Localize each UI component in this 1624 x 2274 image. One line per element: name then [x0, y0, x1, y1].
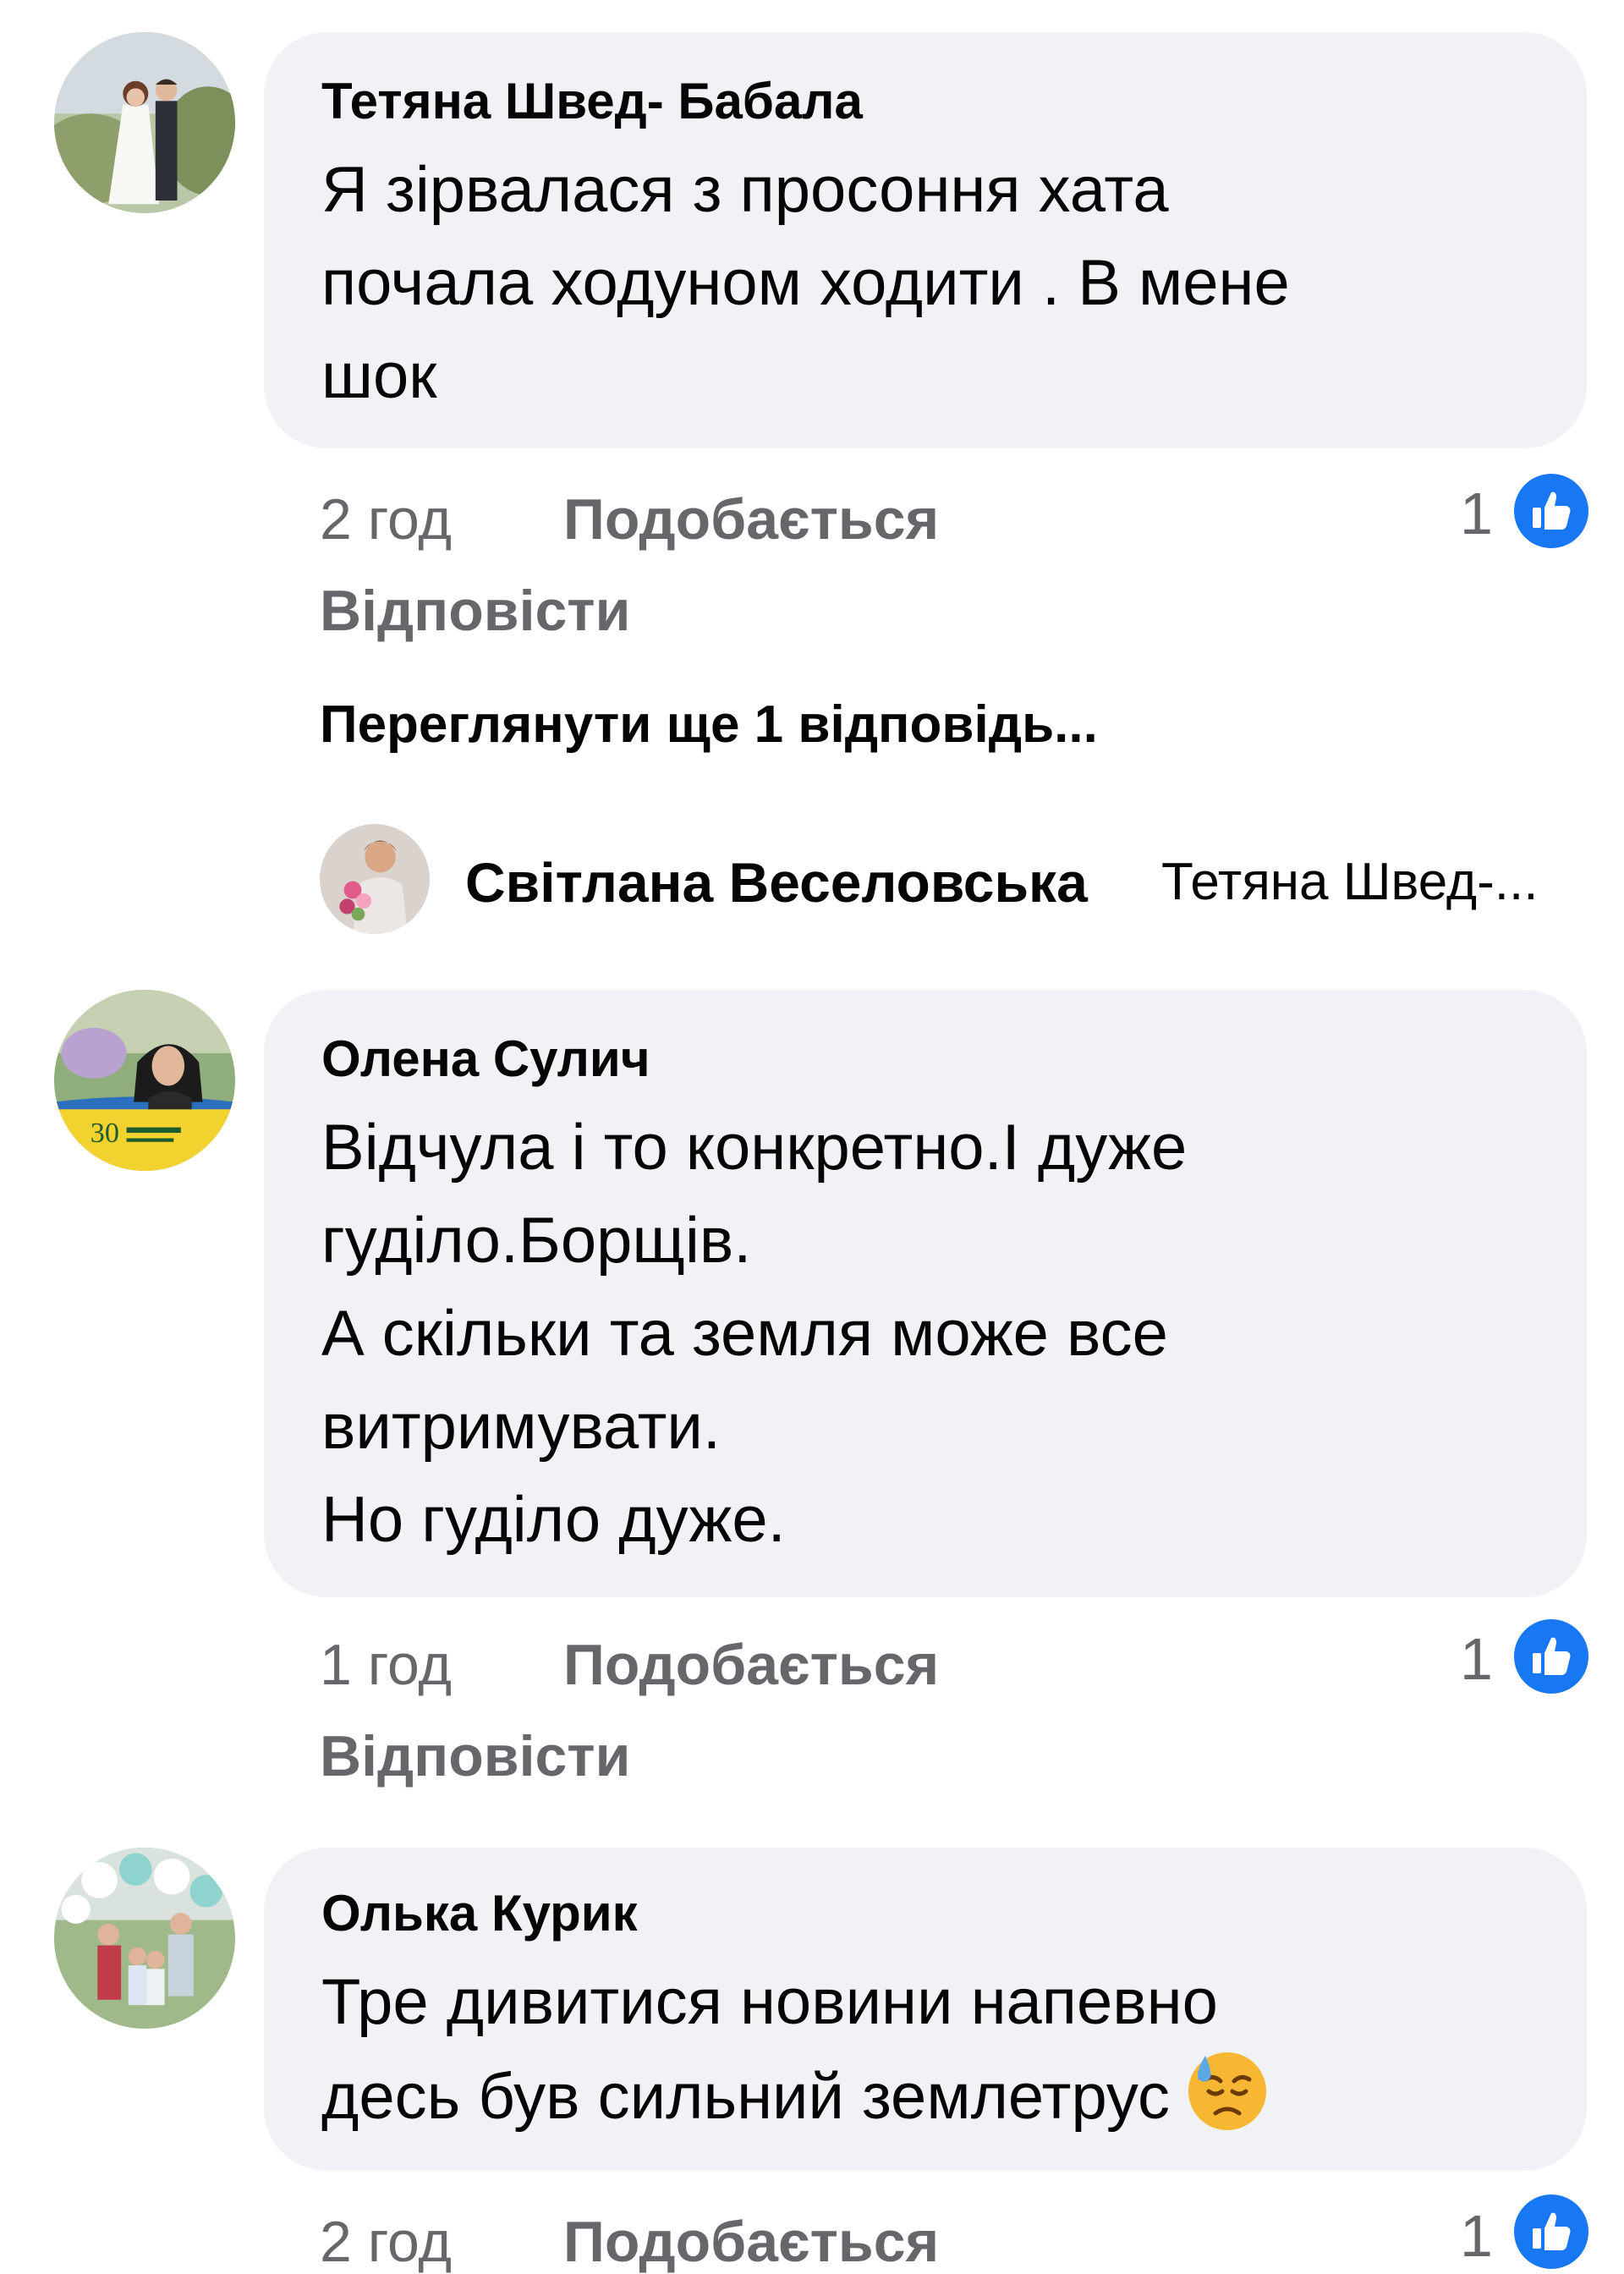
comment-line: Но гуділо дуже. — [321, 1484, 786, 1556]
wedding-couple-photo-icon — [54, 32, 235, 213]
like-count[interactable]: 1 — [1460, 484, 1493, 543]
comment-author[interactable]: Тетяна Швед- Бабала — [321, 32, 1553, 127]
comment-author[interactable]: Олена Сулич — [321, 990, 1553, 1085]
comment-line: Відчула і то конкретно.І дуже — [321, 1112, 1188, 1184]
view-more-replies-link[interactable]: Переглянути ще 1 відповідь... — [320, 699, 1098, 751]
comment-line-with-emoji: десь був сильний землетрус — [321, 2049, 1553, 2144]
comment-text: Відчула і то конкретно.І дуже гуділо.Бор… — [321, 1101, 1553, 1567]
comment-text: Я зірвалася з просоння хата почала ходун… — [321, 144, 1553, 423]
comment-line: десь був сильний землетрус — [321, 2061, 1171, 2133]
like-count[interactable]: 1 — [1460, 2206, 1493, 2266]
avatar-svitlana[interactable] — [320, 824, 430, 934]
thumbs-up-icon[interactable] — [1514, 474, 1588, 548]
comment-bubble-1: Тетяна Швед- Бабала Я зірвалася з просон… — [264, 32, 1587, 448]
comment-line: Тре дивитися новини напевно — [321, 1966, 1218, 2038]
comment-line: гуділо.Борщів. — [321, 1205, 752, 1277]
comment-text: Тре дивитися новини напевно десь був сил… — [321, 1956, 1553, 2144]
avatar-olena[interactable]: 30 — [54, 990, 235, 1171]
reply-button[interactable]: Відповісти — [320, 582, 630, 640]
reply-author[interactable]: Світлана Веселовська — [465, 854, 1088, 910]
thumbs-up-icon[interactable] — [1514, 1619, 1588, 1694]
comment-bubble-3: Олька Курик Тре дивитися новини напевно … — [264, 1848, 1587, 2171]
like-button[interactable]: Подобається — [563, 1636, 939, 1694]
comment-line: витримувати. — [321, 1391, 721, 1463]
like-button[interactable]: Подобається — [563, 491, 939, 548]
woman-flowers-photo-icon — [320, 824, 430, 934]
comment-author[interactable]: Олька Курик — [321, 1848, 1553, 1939]
like-button[interactable]: Подобається — [563, 2213, 939, 2271]
family-photo-balloons-icon — [54, 1848, 235, 2029]
comment-line: почала ходуном ходити . В мене — [321, 247, 1290, 319]
reply-preview[interactable]: Світлана Веселовська Тетяна Швед-... — [320, 824, 1588, 936]
downcast-face-with-sweat-icon — [1185, 2049, 1270, 2134]
comment-time[interactable]: 1 год — [320, 1636, 452, 1694]
avatar-tetiana[interactable] — [54, 32, 235, 213]
comment-time[interactable]: 2 год — [320, 491, 452, 548]
woman-portrait-ukraine-frame-icon: 30 — [54, 990, 235, 1171]
comment-line: А скільки та земля може все — [321, 1298, 1168, 1370]
comment-bubble-2: Олена Сулич Відчула і то конкретно.І дуж… — [264, 990, 1587, 1597]
thumbs-up-icon[interactable] — [1514, 2194, 1588, 2269]
reply-snippet[interactable]: Тетяна Швед-... — [1161, 856, 1538, 909]
comment-line: Я зірвалася з просоння хата — [321, 154, 1169, 226]
like-count[interactable]: 1 — [1460, 1629, 1493, 1689]
comment-line: шок — [321, 340, 437, 412]
svg-text:30: 30 — [91, 1117, 119, 1149]
avatar-olka[interactable] — [54, 1848, 235, 2029]
reply-button[interactable]: Відповісти — [320, 1727, 630, 1785]
comment-time[interactable]: 2 год — [320, 2213, 452, 2271]
